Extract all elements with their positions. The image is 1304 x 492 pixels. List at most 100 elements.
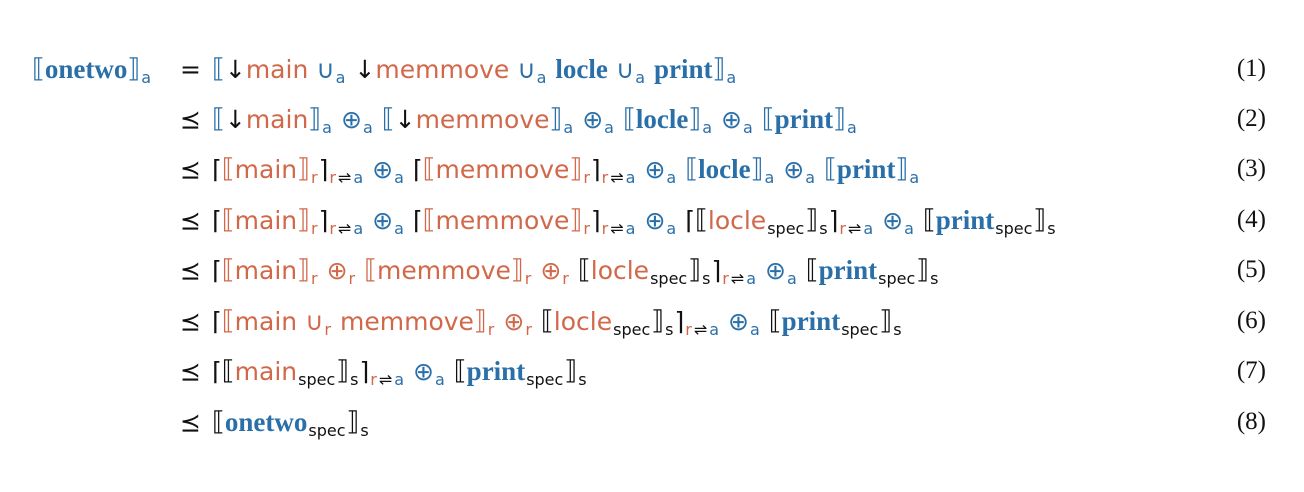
math-term: ⌈ [685,205,695,235]
math-subscript: r [324,319,331,339]
math-subscript: s [930,268,939,288]
math-term: ⊕ [728,306,749,336]
math-subscript: r [583,218,590,238]
equation-line-5: ⪯ ⌈ ⟦ main ⟧ r ⊕ r ⟦ memmove ⟧ r ⊕ r ⟦ locle spec ⟧ s ⌉ r ⇌ a ⊕… [0,245,1304,295]
math-subscript: ⇌ [730,268,745,288]
semantic-bracket: ⟦ [221,205,235,235]
math-subscript: ⇌ [847,218,862,238]
semantic-bracket: ⟧ [564,356,578,386]
math-term: ↓ [224,54,246,84]
equation-line-1: ⟦ onetwo ⟧ a = ⟦ ↓ main ∪ a ↓ memmove ∪ a locle ∪ a print… [0,44,1304,94]
math-subscript: a [625,218,636,238]
semantic-bracket: ⟧ [297,205,310,235]
semantic-bracket: ⟧ [473,306,487,336]
math-subscript: r [562,268,569,288]
math-subscript: r [525,319,532,339]
math-subscript: spec [878,268,916,288]
math-identifier: print [836,153,896,184]
math-subscript: ⇌ [693,319,708,339]
math-subscript: a [904,218,914,238]
semantic-bracket: ⟦ [768,306,782,336]
math-subscript: a [666,218,677,238]
math-term: main [245,104,309,134]
math-term: ⊕ [582,104,604,134]
equation-lhs: ⟦ onetwo ⟧ a [32,44,152,94]
math-term: ⊕ [765,255,786,285]
math-subscript: a [353,167,364,187]
math-term: ⊕ [326,255,348,285]
semantic-bracket: ⟦ [221,356,235,386]
math-subscript: s [578,369,587,389]
math-subscript: a [635,67,646,87]
semantic-bracket: ⟧ [1033,205,1047,235]
math-subscript: r [370,369,377,389]
math-identifier: print [935,204,995,235]
math-subscript: a [909,167,920,187]
math-term: memmove [435,205,570,235]
math-subscript: a [536,67,547,87]
semantic-bracket: ⟧ [833,104,847,134]
math-identifier: locle [698,153,751,184]
math-term: locle [590,255,650,285]
semantic-bracket: ⟧ [127,54,141,84]
math-term: ⊕ [372,205,394,235]
math-subscript: spec [526,369,564,389]
math-subscript: r [487,319,495,339]
math-subscript: r [583,167,590,187]
math-term: main [234,205,298,235]
math-subscript: ⇌ [610,218,624,238]
math-term: ⌈ [212,154,222,184]
equation-number: (2) [1236,105,1266,132]
math-term: ⌉ [590,205,601,235]
semantic-bracket: ⟧ [916,255,930,285]
math-subscript: ⇌ [337,218,352,238]
math-identifier: print [774,103,834,134]
math-subscript: s [360,420,369,440]
math-term: ⊕ [882,205,904,235]
math-term: ⌉ [711,255,722,285]
equation-rhs: ⌈ ⟦ main ⟧ r ⌉ r ⇌ a ⊕ a ⌈ ⟦ memmove ⟧ r ⌉ r ⇌ a ⊕ a ⌈ ⟦ locle sp… [212,195,1057,245]
math-identifier: onetwo [224,406,308,437]
math-term: locle [707,205,767,235]
semantic-bracket: ⟧ [297,154,310,184]
math-subscript: s [819,218,828,238]
semantic-bracket: ⟦ [212,54,225,84]
equation-number: (5) [1236,256,1266,283]
math-identifier: print [654,53,713,84]
math-term: ∪ [517,54,536,84]
relation-symbol: ⪯ [180,356,201,386]
semantic-bracket: ⟦ [622,104,636,134]
math-term: ⊕ [644,154,666,184]
math-subscript: r [839,218,846,238]
math-subscript: spec [613,319,651,339]
math-term: ⊕ [413,356,434,386]
math-subscript: a [709,319,720,339]
math-term: ⌉ [674,306,685,336]
relation-symbol: ⪯ [180,104,201,134]
semantic-bracket: ⟦ [453,356,467,386]
math-term: ⊕ [721,104,742,134]
math-subscript: a [726,67,737,87]
semantic-bracket: ⟦ [422,154,436,184]
math-subscript: a [666,167,677,187]
math-subscript: a [604,117,614,137]
math-term: main [234,154,298,184]
semantic-bracket: ⟦ [824,154,837,184]
semantic-bracket: ⟦ [805,255,819,285]
math-subscript: a [394,369,405,389]
math-term: ⌉ [318,154,329,184]
math-subscript: spec [298,369,336,389]
math-term: ⌉ [590,154,601,184]
math-subscript: ⇌ [378,369,393,389]
semantic-bracket: ⟦ [364,255,377,285]
math-subscript: a [786,268,797,288]
math-subscript: r [601,167,609,187]
math-subscript: r [329,218,336,238]
math-term: ⌉ [359,356,370,386]
math-subscript: r [524,268,532,288]
math-term: ⌈ [412,154,423,184]
math-term: ↓ [354,54,376,84]
equation-number: (6) [1236,307,1266,334]
math-term: memmove [435,154,570,184]
equation-line-4: ⪯ ⌈ ⟦ main ⟧ r ⌉ r ⇌ a ⊕ a ⌈ ⟦ memmove ⟧ r ⌉ r ⇌ a ⊕ a ⌈ ⟦ locle s… [0,195,1304,245]
